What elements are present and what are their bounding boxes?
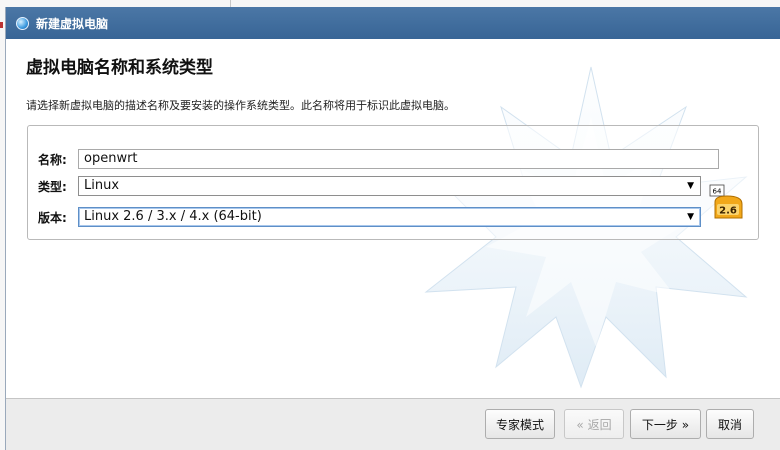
expert-mode-button[interactable]: 专家模式 — [485, 409, 555, 439]
os-icon-version-label: 2.6 — [719, 206, 737, 217]
name-row: 名称: openwrt — [38, 148, 719, 170]
cancel-button[interactable]: 取消 — [706, 409, 754, 439]
dropdown-arrow-icon: ▼ — [687, 212, 694, 222]
name-type-group: 名称: openwrt 类型: Linux ▼ 版本: Linux 2.6 / … — [27, 125, 759, 240]
version-label: 版本: — [38, 210, 67, 225]
dialog-titlebar[interactable]: 新建虚拟电脑 — [6, 7, 780, 39]
new-vm-dialog: 新建虚拟电脑 虚拟电脑名称和系统类型 请选择新虚拟电脑的描述名称及要安装的操作系… — [5, 7, 780, 450]
name-input[interactable]: openwrt — [78, 149, 719, 169]
version-select[interactable]: Linux 2.6 / 3.x / 4.x (64-bit) ▼ — [78, 207, 701, 227]
type-select[interactable]: Linux ▼ — [78, 176, 701, 196]
type-label: 类型: — [38, 179, 67, 194]
dialog-footer: 专家模式 « 返回 下一步 » 取消 — [6, 398, 780, 450]
dialog-title: 新建虚拟电脑 — [36, 16, 109, 31]
background-marker — [0, 22, 3, 28]
virtualbox-app-icon — [16, 16, 29, 30]
type-row: 类型: Linux ▼ — [38, 175, 701, 197]
type-select-value: Linux — [84, 178, 120, 193]
os-icon-bits-label: 64 — [713, 188, 722, 196]
linux-os-icon: 64 2.6 — [709, 184, 743, 219]
back-button[interactable]: « 返回 — [564, 409, 624, 439]
name-label: 名称: — [38, 152, 67, 167]
version-row: 版本: Linux 2.6 / 3.x / 4.x (64-bit) ▼ — [38, 206, 701, 228]
page-heading: 虚拟电脑名称和系统类型 — [26, 58, 213, 78]
next-button[interactable]: 下一步 » — [630, 409, 701, 439]
dropdown-arrow-icon: ▼ — [687, 181, 694, 191]
page-description: 请选择新虚拟电脑的描述名称及要安装的操作系统类型。此名称将用于标识此虚拟电脑。 — [26, 99, 455, 112]
version-select-value: Linux 2.6 / 3.x / 4.x (64-bit) — [84, 209, 262, 224]
